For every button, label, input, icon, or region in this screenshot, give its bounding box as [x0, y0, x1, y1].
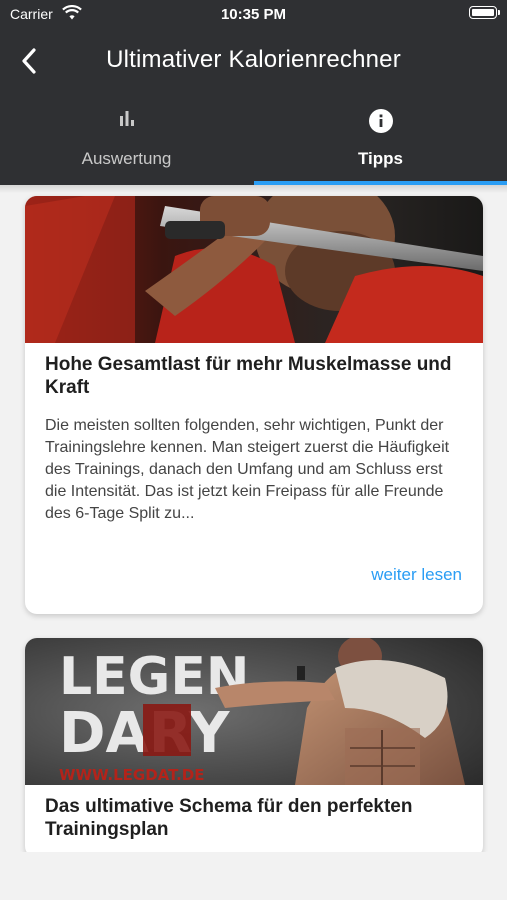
- article-image: LEGEN DARY WWW.LEGDAT.DE: [25, 638, 483, 785]
- bar-chart-icon: [119, 111, 134, 126]
- info-icon: [368, 109, 393, 133]
- article-image: [25, 196, 483, 343]
- article-title[interactable]: Hohe Gesamtlast für mehr Muskelmasse und…: [25, 343, 483, 399]
- tab-tipps[interactable]: Tipps: [254, 100, 507, 185]
- page-title: Ultimativer Kalorienrechner: [106, 46, 401, 73]
- article-card[interactable]: LEGEN DARY WWW.LEGDAT.DE Das ultimative …: [25, 638, 483, 858]
- tab-label: Auswertung: [81, 149, 172, 168]
- header: Carrier 10:35 PM Ultimativer Kalorienrec…: [0, 0, 507, 185]
- article-card[interactable]: Hohe Gesamtlast für mehr Muskelmasse und…: [25, 196, 483, 614]
- tab-auswertung[interactable]: Auswertung: [0, 100, 253, 185]
- status-time: 10:35 PM: [220, 6, 287, 23]
- article-title[interactable]: Das ultimative Schema für den perfekten …: [25, 785, 483, 841]
- read-more-link[interactable]: weiter lesen: [371, 565, 462, 585]
- app-bar: Ultimativer Kalorienrechner: [0, 36, 507, 86]
- tab-bar: Auswertung Tipps: [0, 100, 507, 185]
- battery-icon: [469, 6, 500, 19]
- status-bar: Carrier 10:35 PM: [0, 0, 507, 28]
- svg-text:WWW.LEGDAT.DE: WWW.LEGDAT.DE: [59, 766, 204, 784]
- list-bottom: [0, 852, 507, 900]
- header-shadow: [0, 185, 507, 193]
- article-excerpt: Die meisten sollten folgenden, sehr wich…: [45, 417, 450, 522]
- tab-label: Tipps: [357, 149, 404, 168]
